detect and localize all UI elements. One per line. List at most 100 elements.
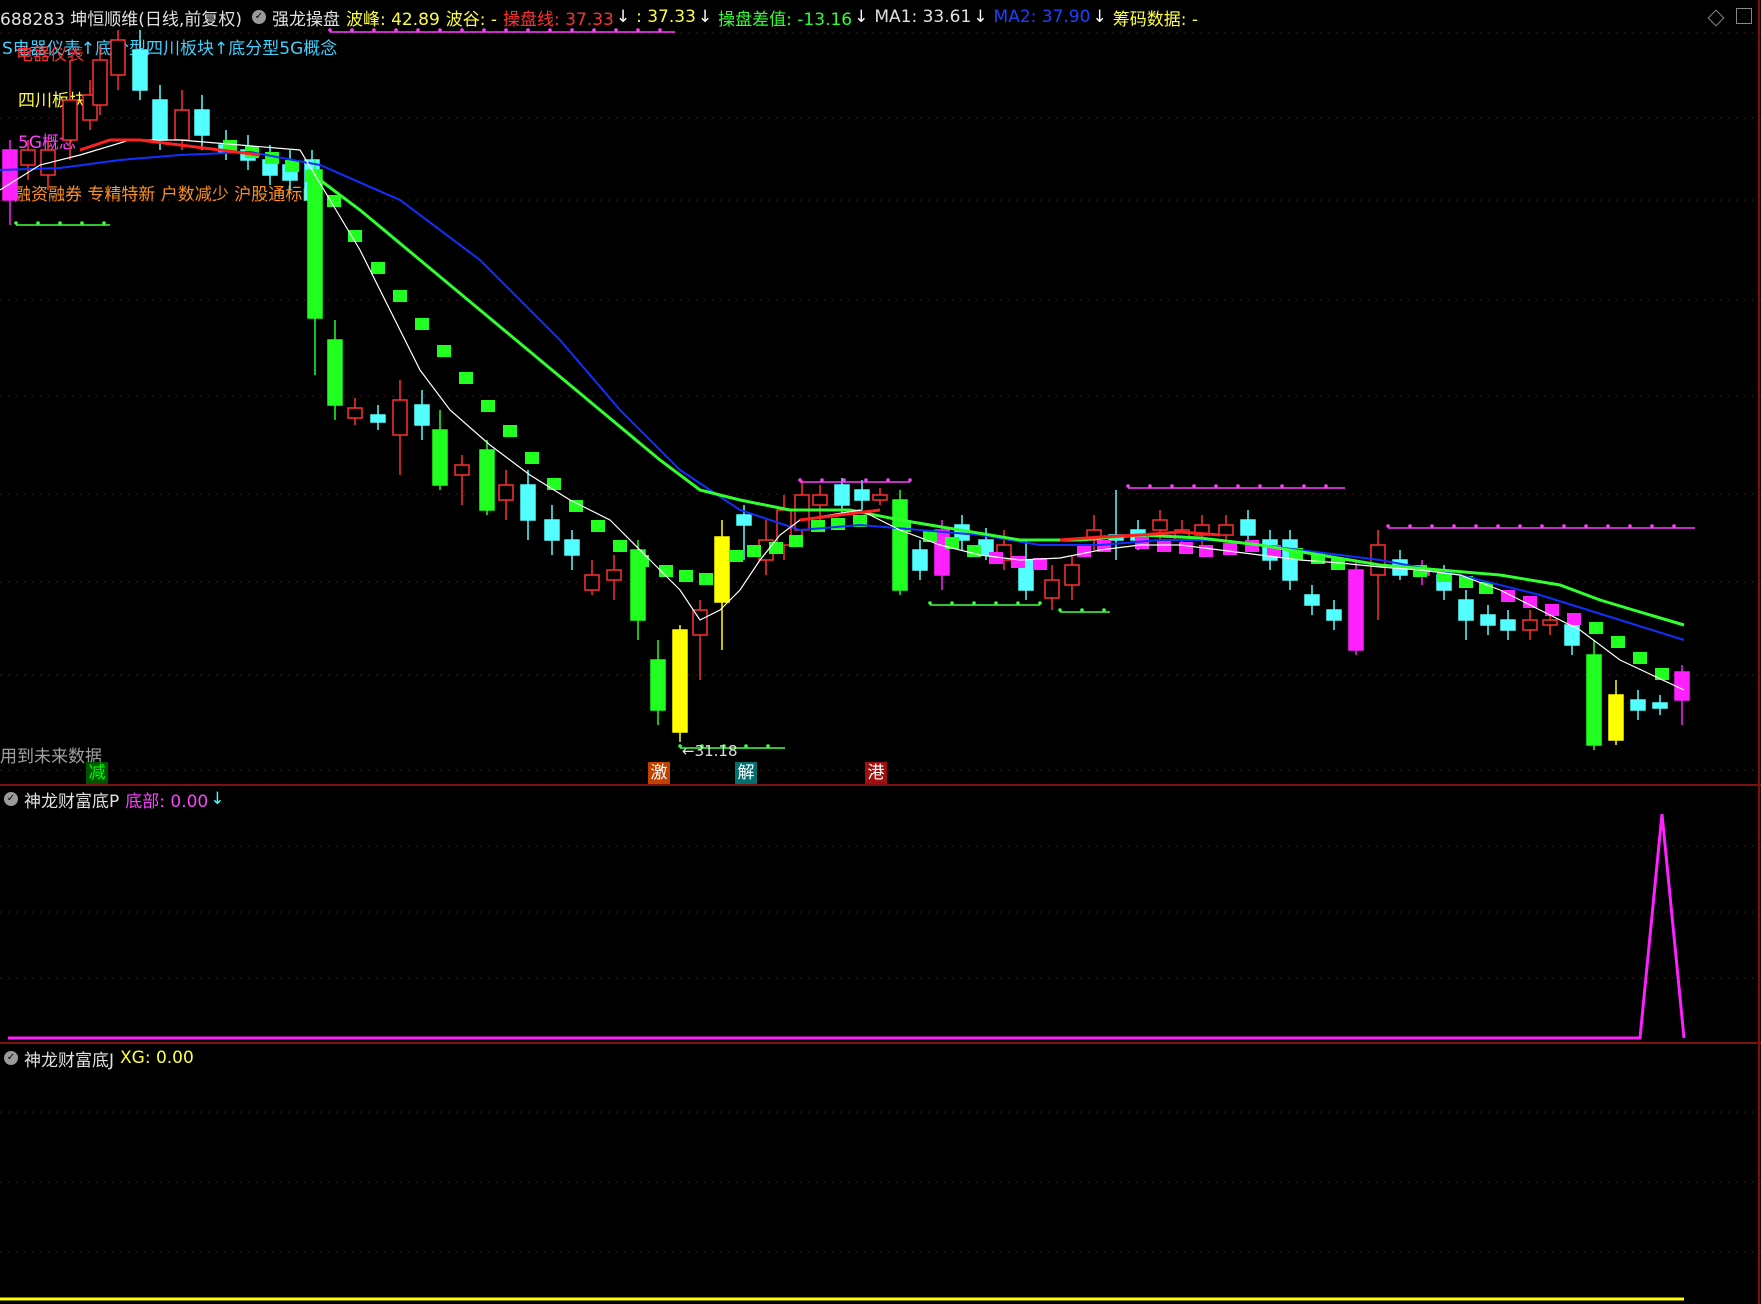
op-line-block bbox=[393, 290, 407, 302]
op-line-block bbox=[1655, 668, 1669, 680]
signal-marker-jian: 减 bbox=[86, 762, 108, 784]
candle-body bbox=[1522, 619, 1538, 631]
resistance-line-dot bbox=[438, 28, 442, 32]
candle-body bbox=[62, 99, 78, 141]
candle-body bbox=[564, 539, 580, 556]
candle-body bbox=[347, 407, 363, 419]
candle-body bbox=[20, 149, 36, 166]
candle-body bbox=[1608, 694, 1624, 741]
ma1-line bbox=[0, 139, 1685, 691]
candle-body bbox=[794, 494, 810, 531]
resistance-line-dot bbox=[460, 28, 464, 32]
candle-body bbox=[812, 494, 828, 506]
resistance-line-dot bbox=[614, 28, 618, 32]
resistance-line-dot bbox=[1672, 524, 1676, 528]
op-line-block bbox=[1135, 537, 1149, 549]
op-line-block bbox=[1611, 636, 1625, 648]
op-line-block bbox=[613, 540, 627, 552]
op-line-block bbox=[699, 573, 713, 585]
low-price-label: ←31.18 bbox=[682, 742, 738, 760]
candle-body bbox=[1064, 564, 1080, 586]
resistance-line-dot bbox=[372, 28, 376, 32]
op-line-block bbox=[415, 318, 429, 330]
support-line-dot bbox=[950, 601, 954, 605]
resistance-line-dot bbox=[328, 28, 332, 32]
panel-p-chart[interactable] bbox=[0, 784, 1761, 1044]
candle-body bbox=[520, 484, 536, 521]
resistance-line-dot bbox=[1170, 484, 1174, 488]
support-line-dot bbox=[1102, 608, 1106, 612]
op-line-block bbox=[481, 400, 495, 412]
signal-marker-jie: 解 bbox=[735, 762, 757, 784]
op-line-block bbox=[327, 195, 341, 207]
candle-body bbox=[672, 629, 688, 733]
resistance-line-dot bbox=[842, 478, 846, 482]
resistance-line-dot bbox=[820, 478, 824, 482]
op-line-block bbox=[747, 545, 761, 557]
op-line-block bbox=[1223, 543, 1237, 555]
support-line-dot bbox=[58, 221, 62, 225]
resistance-line-dot bbox=[1584, 524, 1588, 528]
resistance-line-dot bbox=[1430, 524, 1434, 528]
support-line-dot bbox=[1016, 601, 1020, 605]
candle-body bbox=[194, 109, 210, 136]
candle-body bbox=[1152, 519, 1168, 531]
resistance-line-dot bbox=[1192, 484, 1196, 488]
op-line-block bbox=[1633, 652, 1647, 664]
resistance-line-dot bbox=[1650, 524, 1654, 528]
op-line-block bbox=[1077, 545, 1091, 557]
candle-body bbox=[1652, 702, 1668, 709]
support-line-dot bbox=[1038, 601, 1042, 605]
bottom-indicator-line bbox=[8, 813, 1686, 1040]
support-line-dot bbox=[102, 221, 106, 225]
resistance-line-dot bbox=[526, 28, 530, 32]
op-line-block bbox=[769, 542, 783, 554]
candle-body bbox=[92, 59, 108, 106]
candle-body bbox=[584, 574, 600, 591]
candle-body bbox=[776, 509, 792, 546]
resistance-line-dot bbox=[592, 28, 596, 32]
op-line-block bbox=[525, 452, 539, 464]
support-line-dot bbox=[80, 221, 84, 225]
resistance-line-dot bbox=[416, 28, 420, 32]
resistance-line-dot bbox=[1540, 524, 1544, 528]
candle-body bbox=[1586, 654, 1602, 746]
candle-body bbox=[327, 339, 343, 406]
candle-body bbox=[934, 529, 950, 576]
resistance-line-dot bbox=[1126, 484, 1130, 488]
op-line-block bbox=[729, 550, 743, 562]
candle-body bbox=[1500, 619, 1516, 631]
resistance-line-dot bbox=[908, 478, 912, 482]
signal-marker-ji: 激 bbox=[648, 762, 670, 784]
panel-j-chart[interactable] bbox=[0, 1042, 1761, 1304]
op-line-block bbox=[503, 425, 517, 437]
resistance-line-dot bbox=[1408, 524, 1412, 528]
op-line-block bbox=[437, 345, 451, 357]
candle-body bbox=[307, 169, 323, 319]
candle-body bbox=[544, 519, 560, 541]
resistance-line-dot bbox=[1496, 524, 1500, 528]
support-line-dot bbox=[972, 601, 976, 605]
resistance-line-dot bbox=[482, 28, 486, 32]
candle-body bbox=[392, 399, 408, 436]
resistance-line-dot bbox=[1628, 524, 1632, 528]
candle-body bbox=[1674, 671, 1690, 701]
candle-body bbox=[650, 659, 666, 711]
op-line-block bbox=[591, 520, 605, 532]
op-line-block bbox=[305, 170, 319, 182]
candle-body bbox=[174, 109, 190, 141]
op-line-block bbox=[285, 160, 299, 172]
op-line-block bbox=[371, 262, 385, 274]
candle-body bbox=[1480, 614, 1496, 626]
support-line-dot bbox=[928, 601, 932, 605]
support-line-dot bbox=[36, 221, 40, 225]
candle-body bbox=[1630, 699, 1646, 711]
price-chart[interactable] bbox=[0, 0, 1761, 790]
candle-body bbox=[498, 484, 514, 501]
op-line-block bbox=[547, 478, 561, 490]
candle-body bbox=[414, 404, 430, 426]
resistance-line-dot bbox=[1302, 484, 1306, 488]
op-line-block bbox=[1479, 582, 1493, 594]
candle-body bbox=[132, 49, 148, 91]
resistance-line-dot bbox=[1280, 484, 1284, 488]
